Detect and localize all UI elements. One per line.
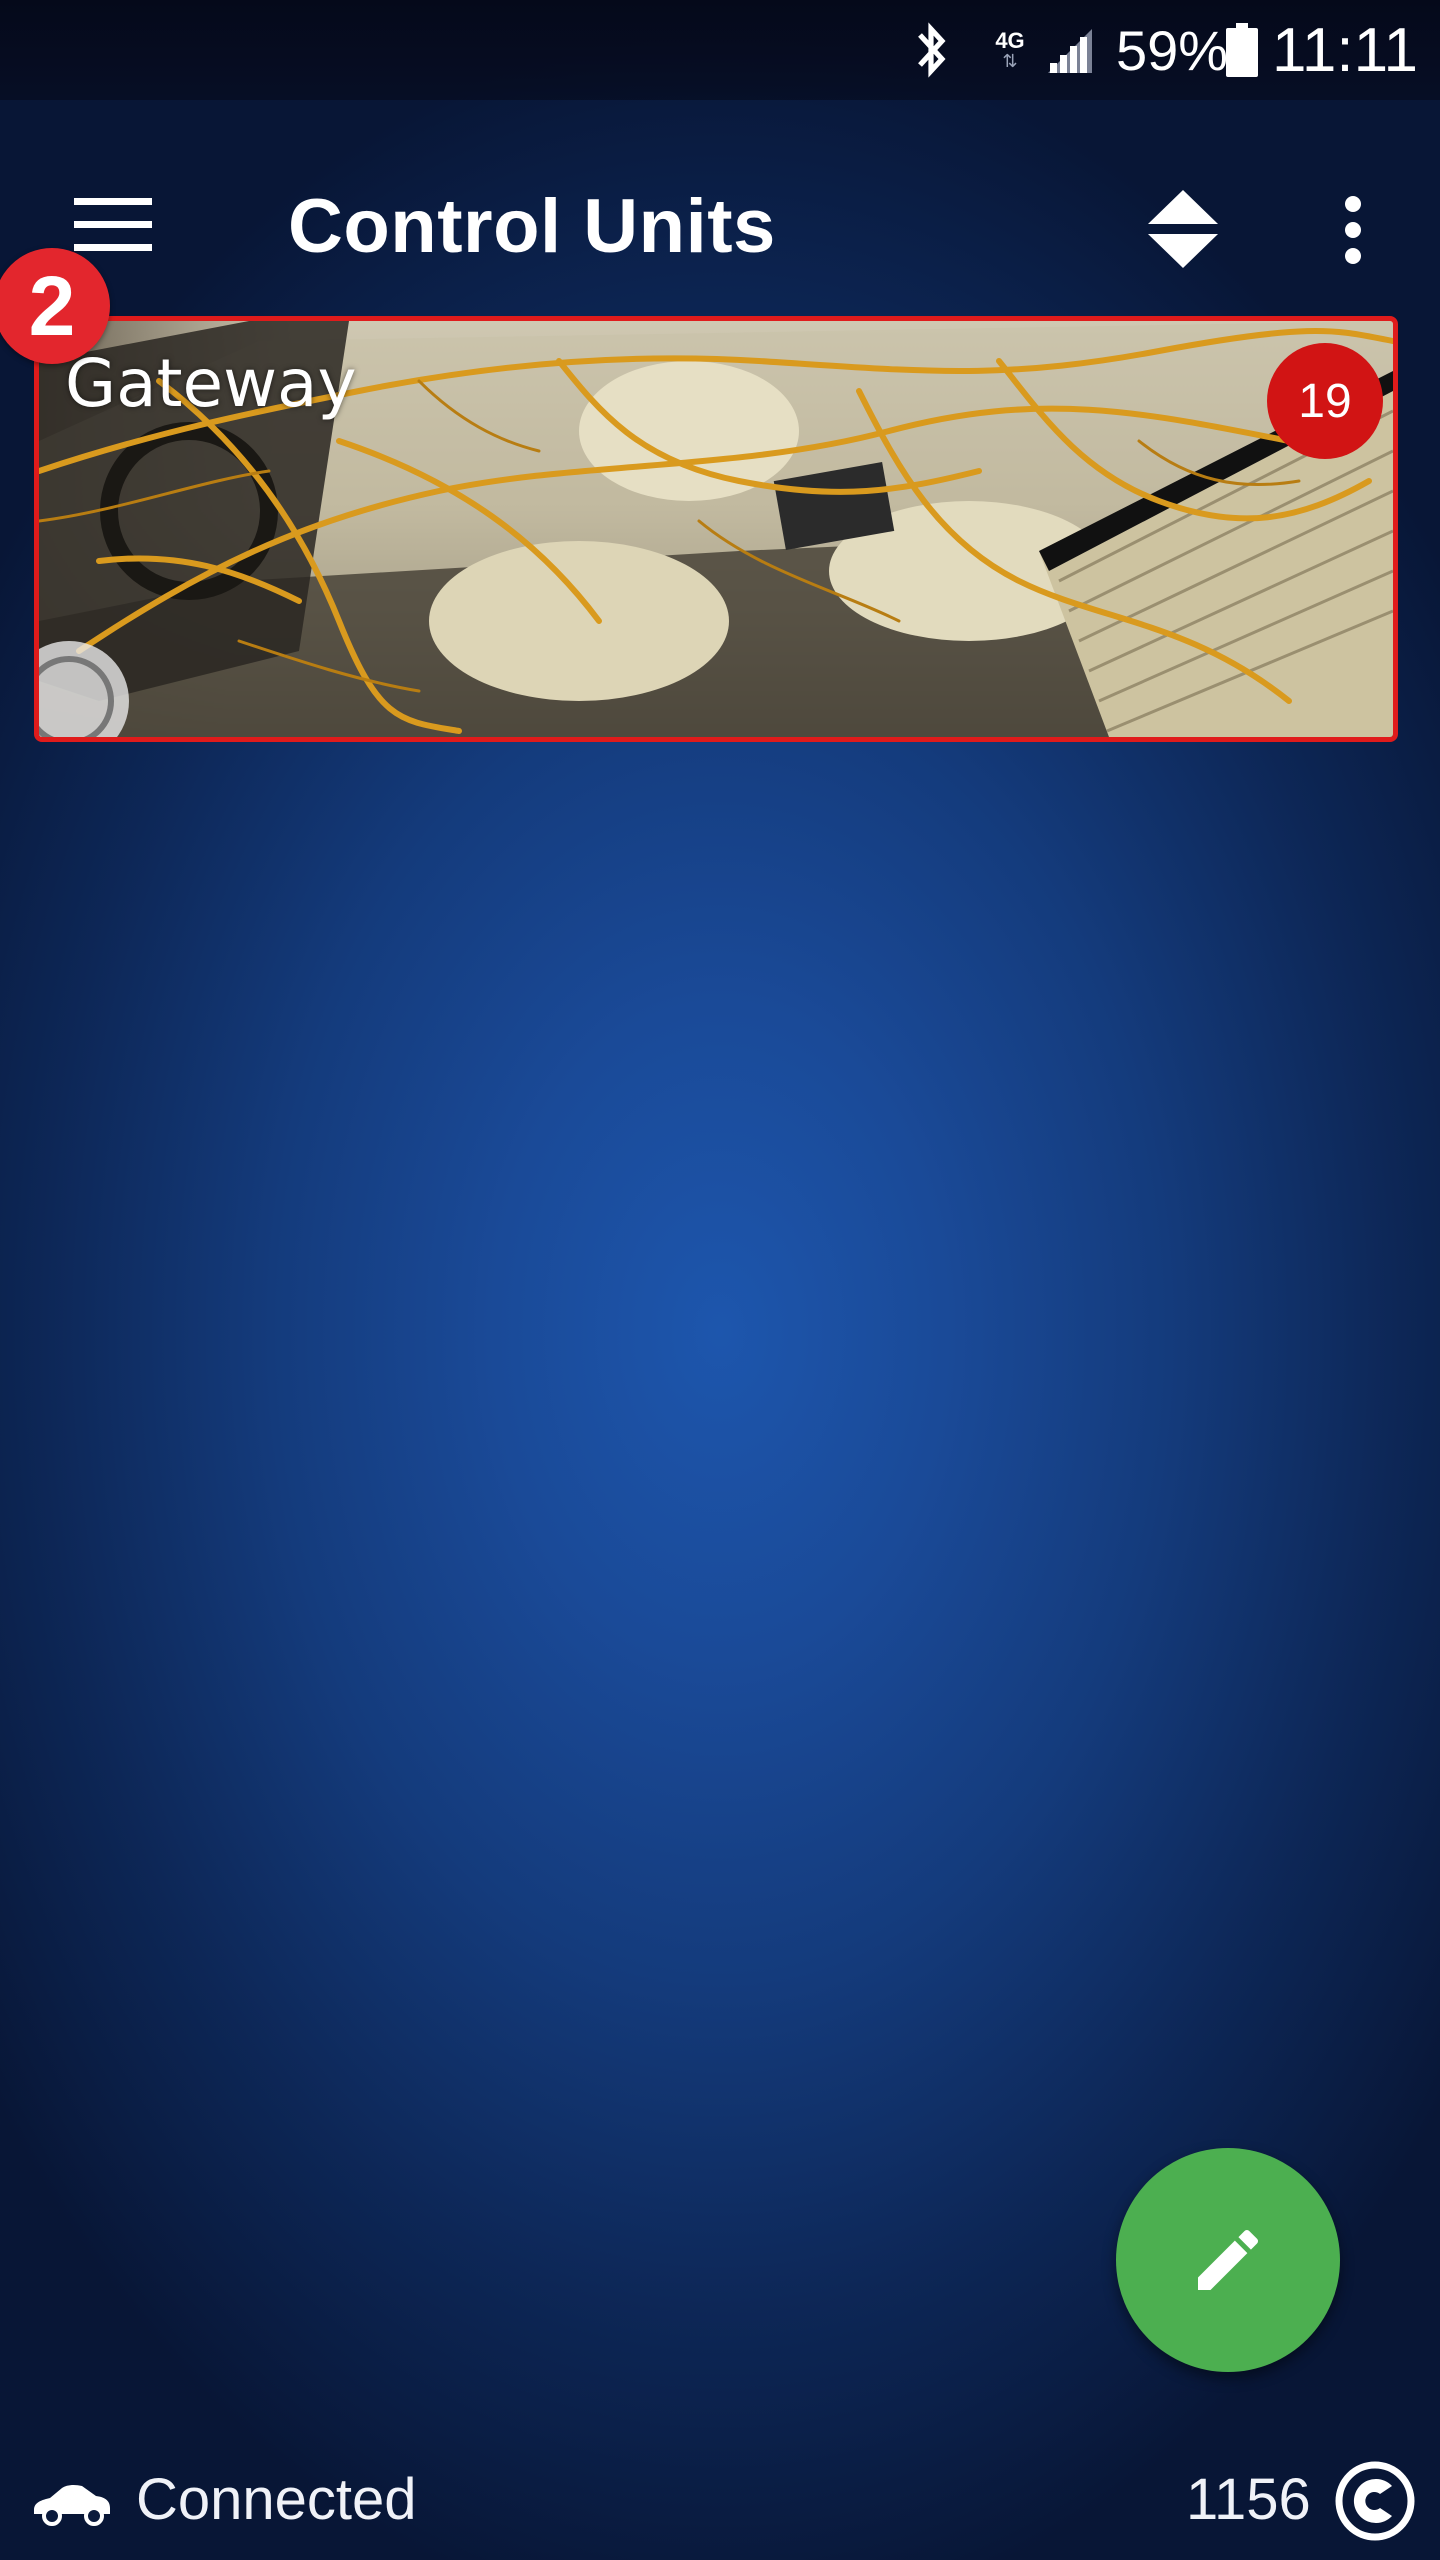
brand-icon: [1335, 2461, 1415, 2541]
edit-fab-button[interactable]: [1116, 2148, 1340, 2372]
battery-icon: [1226, 18, 1260, 82]
signal-icon: [1044, 18, 1098, 82]
sort-button[interactable]: [1128, 165, 1238, 295]
app-bar: Control Units: [0, 120, 1440, 300]
connection-status: Connected: [136, 2467, 417, 2532]
more-options-button[interactable]: [1298, 170, 1408, 290]
fault-count-badge: 19: [1267, 343, 1383, 459]
car-icon: [34, 2484, 110, 2526]
battery-percent: 59%: [1116, 18, 1229, 82]
counter-value: 1156: [1186, 2467, 1311, 2532]
bottom-status-bar: Connected 1156: [0, 2440, 1440, 2560]
unit-card-gateway[interactable]: Gateway 19: [34, 316, 1398, 742]
network-label: 4G: [995, 28, 1025, 53]
clock: 11:11: [1272, 15, 1418, 85]
unit-label: Gateway: [65, 345, 357, 422]
bluetooth-icon: [912, 18, 968, 82]
pencil-icon: [1198, 2229, 1259, 2290]
page-title: Control Units: [288, 184, 776, 269]
more-vert-icon: [1345, 196, 1361, 264]
data-arrows: ⇅: [1002, 51, 1018, 71]
network-4g-icon: 4G ⇅: [988, 18, 1032, 82]
sort-icon: [1148, 190, 1218, 268]
status-bar: 4G ⇅ 59% 11:11: [0, 0, 1440, 100]
menu-icon: [74, 198, 152, 251]
